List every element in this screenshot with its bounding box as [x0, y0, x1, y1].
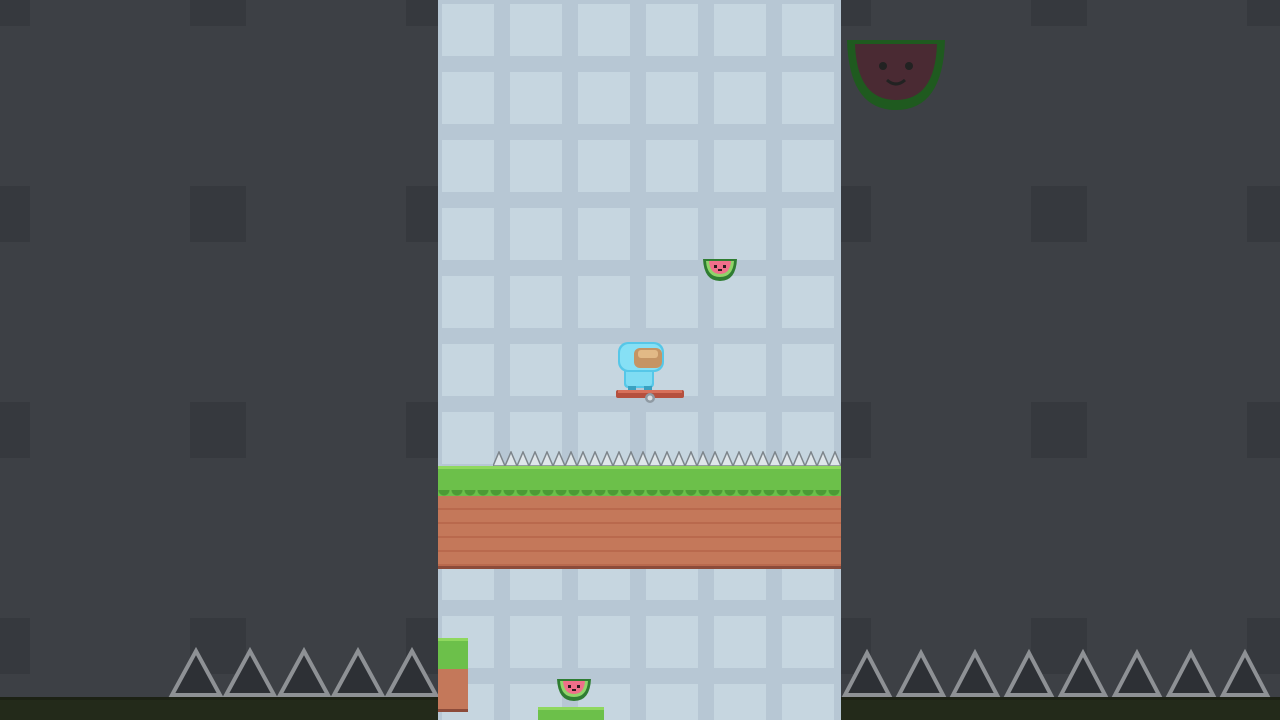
blurred-ground: [841, 697, 1280, 720]
spike: [695, 451, 711, 467]
spike: [791, 451, 807, 467]
dirt-block: [438, 496, 841, 569]
spike: [755, 451, 771, 467]
watermelon-icon[interactable]: [556, 677, 592, 703]
game-viewport[interactable]: [438, 0, 841, 720]
spike: [563, 451, 579, 467]
spike: [779, 451, 795, 467]
spike: [527, 451, 543, 467]
spike: [719, 451, 735, 467]
spike: [587, 451, 603, 467]
blurred-tiles: [0, 0, 438, 720]
spike: [743, 451, 759, 467]
spike: [493, 451, 507, 467]
small-ground-block: [438, 638, 468, 712]
spike: [623, 451, 639, 467]
spike: [815, 451, 831, 467]
spike: [575, 451, 591, 467]
spike: [707, 451, 723, 467]
spike: [671, 451, 687, 467]
spike: [611, 451, 627, 467]
spike: [683, 451, 699, 467]
spike: [767, 451, 783, 467]
spike: [551, 451, 567, 467]
spike: [635, 451, 651, 467]
blurred-spike-row: [841, 648, 1271, 697]
blurred-watermelon-icon: [847, 40, 945, 110]
spike: [503, 451, 519, 467]
blurred-ground: [0, 697, 438, 720]
bottom-ground-block: [538, 707, 604, 720]
spike: [599, 451, 615, 467]
watermelon-icon[interactable]: [702, 257, 738, 283]
spike: [803, 451, 819, 467]
right-background-panel: [841, 0, 1280, 720]
spike: [731, 451, 747, 467]
spike: [659, 451, 675, 467]
spike: [515, 451, 531, 467]
spike: [827, 451, 841, 467]
astronaut-player-icon: [616, 342, 684, 403]
ground-platform: [438, 466, 841, 569]
spike: [647, 451, 663, 467]
spike: [539, 451, 555, 467]
spike-icon: [493, 451, 841, 467]
left-background-panel: [0, 0, 438, 720]
blurred-spike-row: [168, 646, 438, 697]
